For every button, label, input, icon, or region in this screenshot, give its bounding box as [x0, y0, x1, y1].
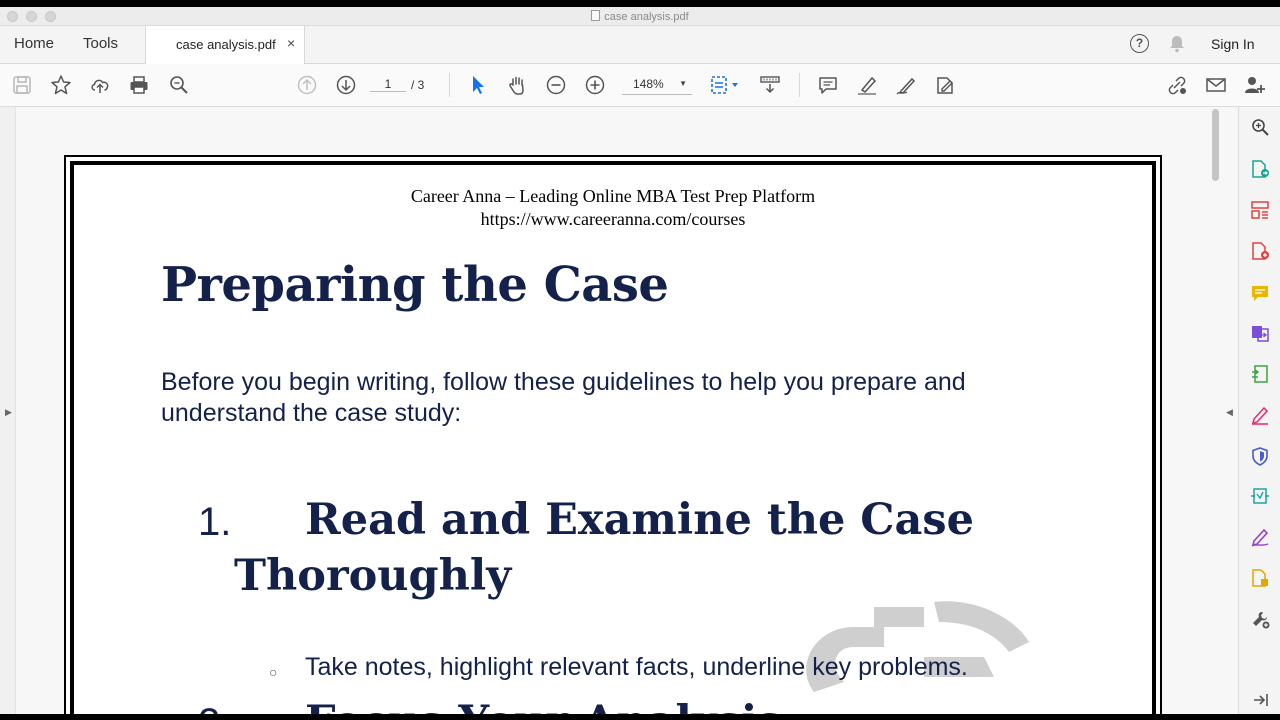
combine-files-icon[interactable] [1250, 323, 1270, 343]
step-number-2: 2. [198, 701, 231, 714]
bullet-marker: ○ [269, 664, 278, 680]
highlight-icon[interactable] [856, 74, 878, 96]
page-header-url[interactable]: https://www.careeranna.com/courses [74, 209, 1152, 230]
fill-sign-icon[interactable] [1250, 405, 1270, 425]
bookmark-star-icon[interactable] [50, 74, 72, 96]
scrollbar-thumb[interactable] [1212, 109, 1219, 181]
zoom-in-icon[interactable] [584, 74, 606, 96]
tab-document[interactable]: case analysis.pdf × [145, 26, 305, 64]
page-header-line1: Career Anna – Leading Online MBA Test Pr… [410, 186, 816, 206]
chevron-down-icon: ▼ [679, 79, 687, 88]
email-icon[interactable] [1205, 74, 1227, 96]
step-heading-2: Focus Your Analysis [305, 697, 782, 714]
intro-paragraph: Before you begin writing, follow these g… [161, 368, 966, 427]
tab-bar: Home Tools case analysis.pdf × ? Sign In [0, 26, 1280, 64]
comment-icon[interactable] [817, 74, 839, 96]
share-link-icon[interactable] [1166, 74, 1188, 96]
print-icon[interactable] [128, 74, 150, 96]
prev-page-icon[interactable] [296, 74, 318, 96]
organize-pages-icon[interactable] [1250, 200, 1270, 220]
compress-icon[interactable] [1250, 364, 1270, 384]
right-tools-pane [1238, 107, 1280, 714]
step-heading: Read and Examine the Case [305, 495, 974, 545]
save-icon[interactable] [11, 74, 33, 96]
page-title: Preparing the Case [161, 257, 669, 313]
toolbar-divider [449, 73, 450, 97]
help-icon[interactable]: ? [1130, 34, 1149, 53]
step-heading-continued: Thoroughly [234, 551, 512, 601]
app-window: case analysis.pdf Home Tools case analys… [0, 7, 1280, 714]
document-viewport[interactable]: ▶ Career Anna – Leading Online MBA Test … [0, 107, 1238, 714]
hand-pan-icon[interactable] [506, 74, 528, 96]
fit-page-icon[interactable] [710, 74, 742, 96]
pdf-page: Career Anna – Leading Online MBA Test Pr… [64, 155, 1162, 714]
expand-left-panel-icon[interactable]: ▶ [5, 407, 12, 418]
document-icon [591, 10, 601, 21]
draw-icon[interactable] [895, 74, 917, 96]
zoom-value: 148% [633, 77, 664, 91]
protect-shield-icon[interactable] [1250, 446, 1270, 466]
page-number-input[interactable]: 1 [370, 77, 406, 92]
select-pointer-icon[interactable] [467, 74, 489, 96]
create-pdf-icon[interactable] [1250, 241, 1270, 261]
nav-home[interactable]: Home [14, 35, 54, 52]
notification-bell-icon[interactable] [1168, 34, 1186, 58]
upload-cloud-icon[interactable] [89, 74, 111, 96]
bullet-item: Take notes, highlight relevant facts, un… [305, 653, 968, 681]
zoom-select[interactable]: 148% ▼ [622, 77, 692, 95]
window-title-text: case analysis.pdf [604, 11, 689, 23]
watermark-logo [806, 601, 1029, 692]
nav-tools[interactable]: Tools [83, 35, 118, 52]
fill-sign-icon[interactable] [934, 74, 956, 96]
vertical-scrollbar[interactable] [1208, 107, 1222, 714]
search-zoom-icon[interactable] [168, 74, 190, 96]
tab-close-button[interactable]: × [287, 35, 295, 51]
tab-document-label: case analysis.pdf [176, 37, 276, 52]
toolbar-divider-2 [799, 73, 800, 97]
collapse-right-panel-icon[interactable]: ◀ [1226, 407, 1233, 418]
edit-pdf-icon[interactable] [1250, 568, 1270, 588]
zoom-out-icon[interactable] [545, 74, 567, 96]
more-tools-icon[interactable] [1250, 609, 1270, 629]
sign-in-button[interactable]: Sign In [1211, 36, 1255, 52]
window-title: case analysis.pdf [0, 10, 1280, 23]
page-total: / 3 [411, 78, 425, 92]
step-number: 1. [198, 500, 232, 544]
search-zoom-icon[interactable] [1250, 117, 1270, 137]
export-pdf-icon[interactable] [1250, 159, 1270, 179]
left-panel-gutter[interactable]: ▶ [0, 107, 16, 714]
scroll-mode-icon[interactable] [759, 74, 781, 96]
comment-icon[interactable] [1250, 283, 1270, 303]
page-border: Career Anna – Leading Online MBA Test Pr… [70, 161, 1156, 714]
add-user-icon[interactable] [1244, 74, 1266, 96]
toolbar: 1 / 3 148% ▼ [0, 64, 1280, 107]
sign-icon[interactable] [1250, 527, 1270, 547]
next-page-icon[interactable] [335, 74, 357, 96]
send-review-icon[interactable] [1250, 486, 1270, 506]
title-bar: case analysis.pdf [0, 7, 1280, 26]
collapse-panel-icon[interactable] [1250, 690, 1270, 710]
